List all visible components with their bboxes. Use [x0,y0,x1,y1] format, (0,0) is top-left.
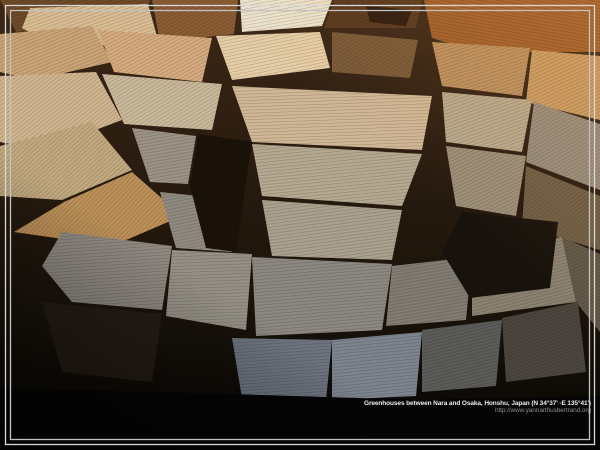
photo-caption: Greenhouses between Nara and Osaka, Hons… [364,400,591,414]
wallpaper-screenshot: Greenhouses between Nara and Osaka, Hons… [0,0,600,450]
aerial-greenhouse-photo [0,0,600,450]
shadow-overlay [0,0,600,450]
caption-title: Greenhouses between Nara and Osaka, Hons… [364,400,591,407]
caption-url: http://www.yannarthusbertrand.org [364,407,591,414]
